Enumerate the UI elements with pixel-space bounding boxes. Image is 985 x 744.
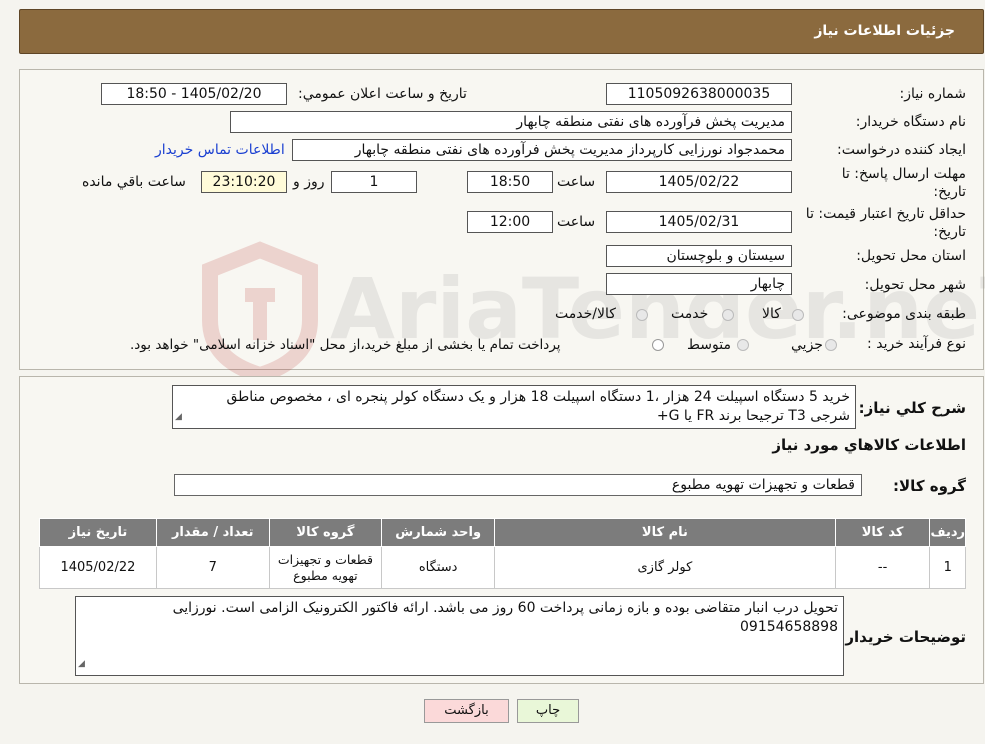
send-deadline-time-field: 18:50 — [467, 171, 553, 193]
category-goods-radio[interactable] — [792, 309, 804, 321]
creator-field: محمدجواد نورزایی کارپرداز مدیریت پخش فرآ… — [292, 139, 792, 161]
summary-label: شرح کلي نياز: — [858, 399, 966, 417]
cell-name: کولر گازی — [494, 546, 836, 589]
purchase-type-label: نوع فرآیند خرید : — [867, 336, 966, 352]
category-goods-label: کالا — [762, 306, 781, 322]
send-deadline-label-2: تاریخ: — [933, 184, 966, 200]
col-row: رديف — [929, 518, 966, 547]
province-label: استان محل تحویل: — [856, 248, 966, 264]
page-title: جزئیات اطلاعات نیاز — [814, 23, 955, 39]
col-date: تاریخ نیاز — [39, 518, 157, 547]
category-label: طبقه بندی موضوعی: — [842, 306, 966, 322]
city-field: چابهار — [606, 273, 792, 295]
remaining-time-field: 23:10:20 — [201, 171, 287, 193]
validity-label: حداقل تاریخ اعتبار قیمت: تا — [805, 206, 966, 222]
category-service-radio[interactable] — [722, 309, 734, 321]
city-label: شهر محل تحویل: — [864, 277, 966, 293]
col-unit: واحد شمارش — [381, 518, 496, 547]
province-field: سیستان و بلوچستان — [606, 245, 792, 267]
send-deadline-date-field: 1405/02/22 — [606, 171, 792, 193]
goods-info-title: اطلاعات کالاهاي مورد نياز — [772, 436, 966, 454]
page-header: جزئیات اطلاعات نیاز — [19, 9, 984, 54]
col-code: کد کالا — [834, 518, 931, 547]
summary-text-line2: شرجی T3 ترجیحا برند FR یا G+ — [656, 408, 850, 424]
remaining-label: ساعت باقي مانده — [82, 174, 186, 190]
category-service-label: خدمت — [671, 306, 709, 322]
table-row: 1 -- کولر گازی دستگاه قطعات و تجهیزات ته… — [39, 546, 966, 589]
validity-time-label: ساعت — [557, 214, 596, 230]
purchase-treasury-checkbox[interactable] — [652, 339, 664, 351]
validity-label-2: تاریخ: — [933, 224, 966, 240]
buyer-notes-line1: تحویل درب انبار متقاضی بوده و بازه زمانی… — [172, 600, 838, 616]
cell-row: 1 — [929, 546, 966, 589]
goods-group-label: گروه کالا: — [893, 477, 966, 495]
purchase-minor-radio[interactable] — [825, 339, 837, 351]
summary-text-line1: خرید 5 دستگاه اسپیلت 24 هزار ،1 دستگاه ا… — [226, 389, 850, 405]
col-name: نام کالا — [494, 518, 836, 547]
back-button[interactable]: بازگشت — [424, 699, 509, 723]
buyer-contact-link[interactable]: اطلاعات تماس خریدار — [155, 142, 285, 158]
announce-label: تاریخ و ساعت اعلان عمومي: — [298, 86, 467, 102]
table-header-row: رديف کد کالا نام کالا واحد شمارش گروه کا… — [39, 518, 966, 547]
summary-textarea: خرید 5 دستگاه اسپیلت 24 هزار ،1 دستگاه ا… — [172, 385, 856, 429]
purchase-note: پرداخت تمام یا بخشی از مبلغ خرید،از محل … — [130, 337, 561, 353]
days-field: 1 — [331, 171, 417, 193]
cell-date: 1405/02/22 — [39, 546, 157, 589]
validity-date-field: 1405/02/31 — [606, 211, 792, 233]
buyer-org-field: مدیریت پخش فرآورده های نفتی منطقه چابهار — [230, 111, 792, 133]
category-both-label: کالا/خدمت — [555, 306, 616, 322]
cell-group: قطعات و تجهیزات تهویه مطبوع — [268, 546, 383, 589]
purchase-medium-radio[interactable] — [737, 339, 749, 351]
cell-qty: 7 — [155, 546, 270, 589]
cell-code: -- — [834, 546, 931, 589]
creator-label: ایجاد کننده درخواست: — [837, 142, 966, 158]
buyer-notes-line2: 09154658898 — [740, 619, 838, 635]
send-deadline-label: مهلت ارسال پاسخ: تا — [841, 166, 966, 182]
buyer-notes-label: توضیحات خریدار: — [839, 628, 966, 646]
send-deadline-time-label: ساعت — [557, 174, 596, 190]
need-number-label: شماره نیاز: — [899, 86, 967, 102]
goods-table: رديف کد کالا نام کالا واحد شمارش گروه کا… — [39, 518, 966, 589]
announce-field: 1405/02/20 - 18:50 — [101, 83, 287, 105]
category-both-radio[interactable] — [636, 309, 648, 321]
print-button[interactable]: چاپ — [517, 699, 579, 723]
need-number-field: 1105092638000035 — [606, 83, 792, 105]
purchase-medium-label: متوسط — [687, 337, 731, 353]
purchase-minor-label: جزيي — [791, 337, 823, 353]
resize-grip-icon[interactable]: ◢ — [175, 408, 182, 427]
col-qty: تعداد / مقدار — [155, 518, 270, 547]
buyer-notes-textarea: تحویل درب انبار متقاضی بوده و بازه زمانی… — [75, 596, 844, 676]
resize-grip-icon[interactable]: ◢ — [78, 655, 85, 674]
validity-time-field: 12:00 — [467, 211, 553, 233]
cell-unit: دستگاه — [381, 546, 496, 589]
goods-group-field: قطعات و تجهیزات تهویه مطبوع — [174, 474, 862, 496]
col-group: گروه کالا — [268, 518, 383, 547]
buyer-org-label: نام دستگاه خریدار: — [855, 114, 966, 130]
days-label: روز و — [293, 174, 325, 190]
